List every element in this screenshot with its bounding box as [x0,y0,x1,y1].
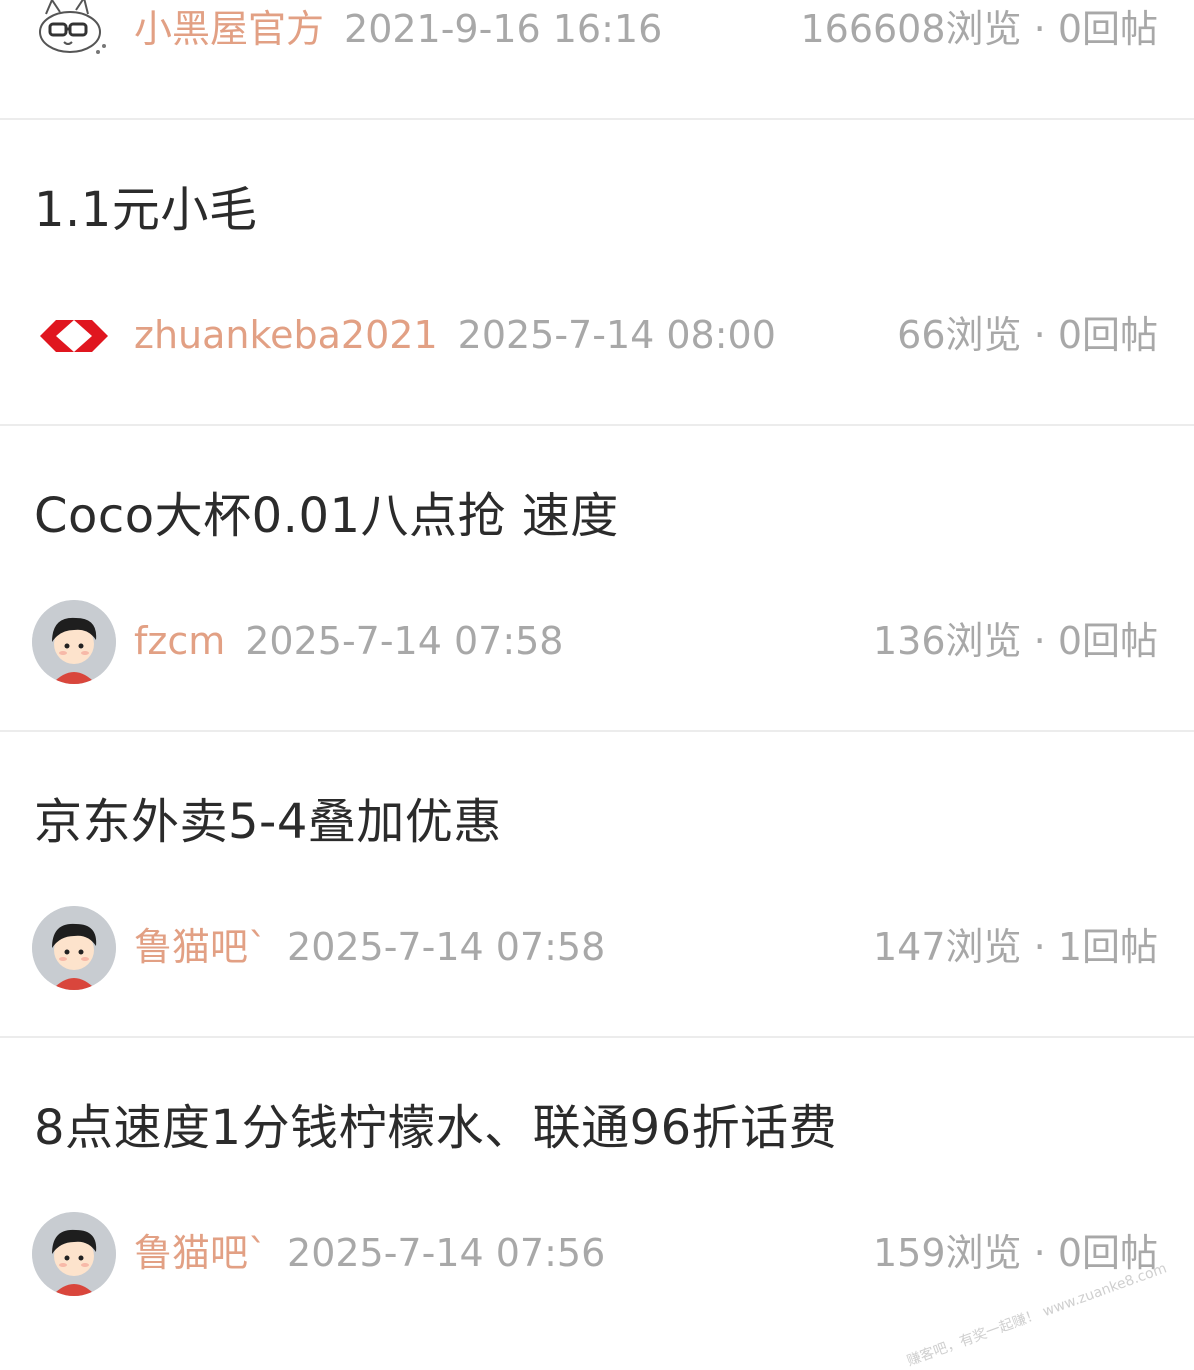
post-meta: 小黑屋官方 2021-9-16 16:16 166608浏览 · 0回帖 [0,0,1194,74]
post-title[interactable]: 1.1元小毛 [34,180,257,240]
post-meta: zhuankeba2021 2025-7-14 08:00 66浏览 · 0回帖 [0,290,1194,380]
view-count: 136浏览 [873,619,1022,663]
post-item[interactable]: 1.1元小毛 zhuankeba2021 2025-7-14 08:00 66浏览… [0,120,1194,426]
default-person-avatar-icon[interactable] [32,1212,116,1296]
post-title[interactable]: Coco大杯0.01八点抢 速度 [34,486,619,546]
view-count: 166608浏览 [800,7,1022,51]
post-time: 2025-7-14 08:00 [457,313,776,357]
post-time: 2025-7-14 07:58 [287,925,606,969]
reply-count: 0回帖 [1057,7,1158,51]
reply-count: 0回帖 [1057,313,1158,357]
post-item[interactable]: 8点速度1分钱柠檬水、联通96折话费 鲁猫吧` 2025-7-14 07:56 1… [0,1038,1194,1344]
post-item[interactable]: 京东外卖5-4叠加优惠 鲁猫吧` 2025-7-14 07:58 147浏览 · … [0,732,1194,1038]
post-time: 2021-9-16 16:16 [344,7,663,51]
post-meta: fzcm 2025-7-14 07:58 136浏览 · 0回帖 [0,596,1194,686]
post-stats: 136浏览 · 0回帖 [873,596,1158,686]
post-author[interactable]: fzcm 2025-7-14 07:58 [134,596,563,686]
stats-separator: · [1033,313,1046,357]
stats-separator: · [1033,619,1046,663]
post-meta: 鲁猫吧` 2025-7-14 07:56 159浏览 · 0回帖 [0,1208,1194,1298]
post-time: 2025-7-14 07:56 [287,1231,606,1275]
post-author[interactable]: 小黑屋官方 2021-9-16 16:16 [134,0,662,74]
view-count: 66浏览 [897,313,1022,357]
post-title[interactable]: 京东外卖5-4叠加优惠 [34,792,502,852]
default-person-avatar-icon[interactable] [32,600,116,684]
author-name[interactable]: 鲁猫吧` [134,925,267,969]
post-title[interactable]: 8点速度1分钱柠檬水、联通96折话费 [34,1098,837,1158]
author-name[interactable]: fzcm [134,619,225,663]
author-name[interactable]: 小黑屋官方 [134,7,324,51]
post-item[interactable]: 小黑屋官方 2021-9-16 16:16 166608浏览 · 0回帖 [0,0,1194,120]
post-stats: 147浏览 · 1回帖 [873,902,1158,992]
default-person-avatar-icon[interactable] [32,906,116,990]
stats-separator: · [1033,925,1046,969]
post-meta: 鲁猫吧` 2025-7-14 07:58 147浏览 · 1回帖 [0,902,1194,992]
reply-count: 0回帖 [1057,619,1158,663]
author-name[interactable]: zhuankeba2021 [134,313,438,357]
post-stats: 166608浏览 · 0回帖 [800,0,1158,74]
post-author[interactable]: 鲁猫吧` 2025-7-14 07:58 [134,902,605,992]
cat-avatar-icon[interactable] [32,0,116,72]
view-count: 147浏览 [873,925,1022,969]
author-name[interactable]: 鲁猫吧` [134,1231,267,1275]
red-hexagon-logo-icon[interactable] [32,294,116,378]
post-item[interactable]: Coco大杯0.01八点抢 速度 fzcm 2025-7-14 07:58 136… [0,426,1194,732]
reply-count: 1回帖 [1057,925,1158,969]
stats-separator: · [1033,7,1046,51]
post-stats: 66浏览 · 0回帖 [897,290,1158,380]
stats-separator: · [1033,1231,1046,1275]
post-time: 2025-7-14 07:58 [245,619,564,663]
view-count: 159浏览 [873,1231,1022,1275]
post-author[interactable]: 鲁猫吧` 2025-7-14 07:56 [134,1208,605,1298]
post-author[interactable]: zhuankeba2021 2025-7-14 08:00 [134,290,776,380]
